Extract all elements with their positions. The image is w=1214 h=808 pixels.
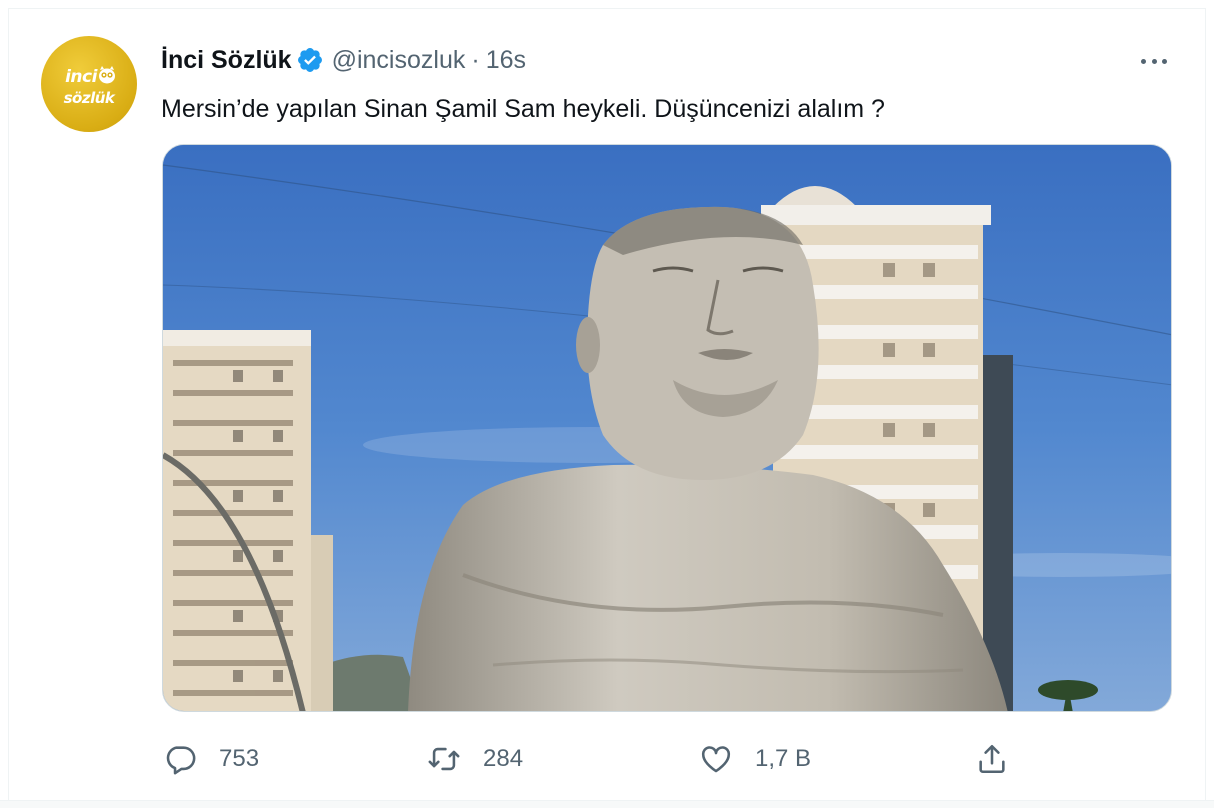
- tweet-card[interactable]: inci sözlük İnci Sözlük @incisozluk · 16…: [8, 8, 1206, 800]
- tweet-header: İnci Sözlük @incisozluk · 16s: [161, 45, 526, 75]
- display-name[interactable]: İnci Sözlük: [161, 46, 292, 75]
- timestamp[interactable]: 16s: [486, 46, 526, 75]
- retweet-icon: [428, 747, 460, 771]
- handle[interactable]: @incisozluk: [332, 46, 466, 75]
- retweet-button[interactable]: 284: [427, 739, 523, 779]
- reply-icon: [166, 746, 196, 775]
- share-icon: [979, 744, 1005, 774]
- verified-badge-icon: [297, 48, 322, 72]
- avatar[interactable]: inci sözlük: [41, 36, 137, 132]
- timeline-divider: [0, 800, 1214, 808]
- avatar-logo-line1: inci: [65, 67, 97, 87]
- tweet-photo[interactable]: [162, 144, 1172, 712]
- retweet-count: 284: [483, 745, 524, 772]
- statue-photo: [163, 145, 1171, 711]
- tweet-text: Mersin’de yapılan Sinan Şamil Sam heykel…: [161, 95, 885, 123]
- like-button[interactable]: 1,7 B: [699, 739, 811, 779]
- more-options-icon[interactable]: [1137, 49, 1171, 73]
- tweet-actions: 753 284 1,7 B: [161, 739, 1021, 779]
- separator-dot: ·: [471, 45, 480, 74]
- like-count: 1,7 B: [755, 745, 812, 772]
- reply-count: 753: [219, 745, 260, 772]
- reply-button[interactable]: 753: [163, 739, 259, 779]
- share-button[interactable]: [975, 739, 1009, 779]
- avatar-logo-line2: sözlük: [63, 89, 115, 107]
- like-icon: [701, 746, 731, 773]
